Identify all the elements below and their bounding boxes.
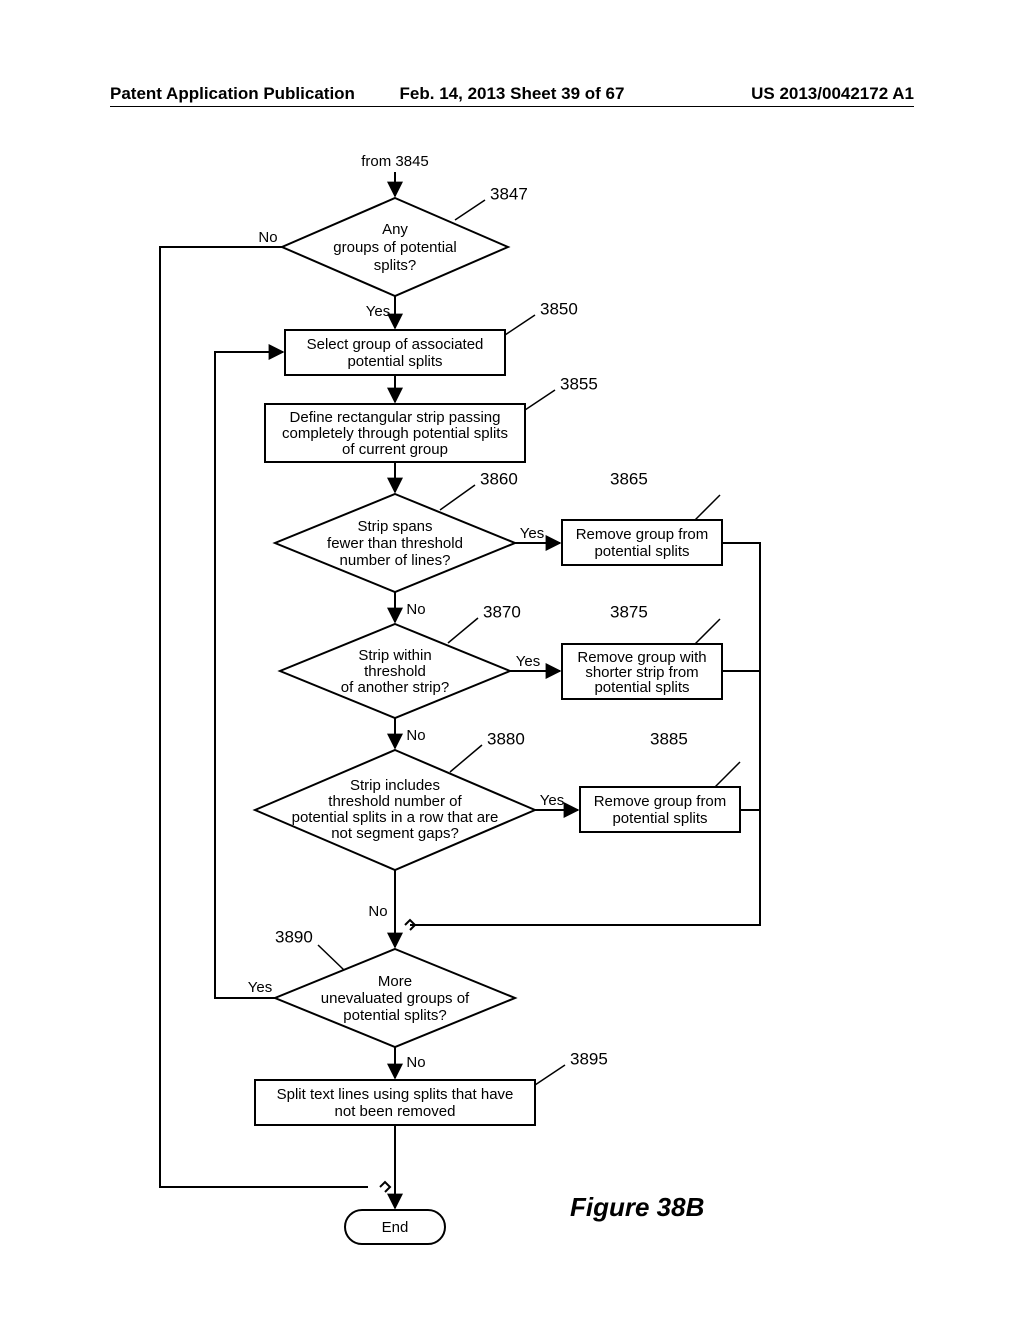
ref-line-3890 — [318, 945, 344, 970]
svg-text:splits?: splits? — [374, 257, 417, 274]
svg-text:number of lines?: number of lines? — [340, 552, 451, 569]
svg-text:Select group of associated: Select group of associated — [307, 336, 484, 353]
edge-3860-no: No — [406, 601, 425, 618]
svg-text:potential splits in a row that: potential splits in a row that are — [292, 809, 499, 826]
flowchart: from 3845 Any groups of potential splits… — [120, 150, 880, 1260]
ref-line-3855 — [525, 390, 555, 410]
ref-3890: 3890 — [275, 927, 313, 946]
route-3865-merge — [410, 543, 760, 925]
edge-3890-no: No — [406, 1054, 425, 1071]
svg-text:potential splits: potential splits — [594, 543, 689, 560]
svg-text:Strip within: Strip within — [358, 647, 431, 664]
header-center: Feb. 14, 2013 Sheet 39 of 67 — [400, 84, 625, 104]
svg-text:of another strip?: of another strip? — [341, 679, 449, 696]
figure-title: Figure 38B — [570, 1192, 704, 1223]
merge2-arrowhead-tick — [380, 1182, 390, 1192]
ref-line-3875 — [695, 619, 720, 644]
ref-3865: 3865 — [610, 469, 648, 488]
svg-text:End: End — [382, 1219, 409, 1236]
svg-text:groups of potential: groups of potential — [333, 239, 456, 256]
edge-3847-yes: Yes — [366, 303, 390, 320]
ref-3885: 3885 — [650, 729, 688, 748]
svg-text:Remove group from: Remove group from — [576, 526, 709, 543]
edge-3847-no: No — [258, 229, 277, 246]
svg-text:completely through potential s: completely through potential splits — [282, 425, 508, 442]
header-rule — [110, 106, 914, 107]
ref-3847: 3847 — [490, 184, 528, 203]
ref-line-3847 — [455, 200, 485, 220]
svg-text:Strip includes: Strip includes — [350, 777, 440, 794]
ref-line-3880 — [450, 745, 482, 772]
ref-line-3870 — [448, 618, 478, 643]
edge-3870-yes: Yes — [516, 653, 540, 670]
from-label: from 3845 — [361, 153, 429, 170]
ref-line-3865 — [695, 495, 720, 520]
svg-text:of current group: of current group — [342, 441, 448, 458]
svg-text:Define rectangular strip passi: Define rectangular strip passing — [290, 409, 501, 426]
edge-3880-no: No — [368, 903, 387, 920]
svg-text:fewer than threshold: fewer than threshold — [327, 535, 463, 552]
ref-line-3850 — [505, 315, 535, 335]
svg-text:Any: Any — [382, 221, 408, 238]
edge-3890-yes: Yes — [248, 979, 272, 996]
ref-line-3860 — [440, 485, 475, 510]
edge-3870-no: No — [406, 727, 425, 744]
ref-3860: 3860 — [480, 469, 518, 488]
svg-text:potential splits: potential splits — [594, 679, 689, 696]
header-left: Patent Application Publication — [110, 84, 355, 104]
page-header: Patent Application Publication Feb. 14, … — [110, 84, 914, 104]
svg-text:unevaluated groups of: unevaluated groups of — [321, 990, 470, 1007]
svg-text:potential splits: potential splits — [347, 353, 442, 370]
svg-text:not been removed: not been removed — [335, 1103, 456, 1120]
ref-3875: 3875 — [610, 602, 648, 621]
ref-3880: 3880 — [487, 729, 525, 748]
svg-text:Split text lines using splits: Split text lines using splits that have — [277, 1086, 514, 1103]
ref-3895: 3895 — [570, 1049, 608, 1068]
edge-3860-yes: Yes — [520, 525, 544, 542]
svg-text:More: More — [378, 973, 412, 990]
edge-3880-yes: Yes — [540, 792, 564, 809]
ref-3850: 3850 — [540, 299, 578, 318]
ref-3855: 3855 — [560, 374, 598, 393]
svg-text:threshold: threshold — [364, 663, 426, 680]
ref-line-3895 — [535, 1065, 565, 1085]
ref-3870: 3870 — [483, 602, 521, 621]
header-right: US 2013/0042172 A1 — [751, 84, 914, 104]
svg-text:potential splits: potential splits — [612, 810, 707, 827]
svg-text:Remove group from: Remove group from — [594, 793, 727, 810]
route-3847-no-to-end — [160, 247, 368, 1187]
svg-text:not segment gaps?: not segment gaps? — [331, 825, 459, 842]
ref-line-3885 — [715, 762, 740, 787]
svg-text:threshold number of: threshold number of — [328, 793, 462, 810]
svg-text:Strip spans: Strip spans — [357, 518, 432, 535]
svg-text:potential splits?: potential splits? — [343, 1007, 446, 1024]
